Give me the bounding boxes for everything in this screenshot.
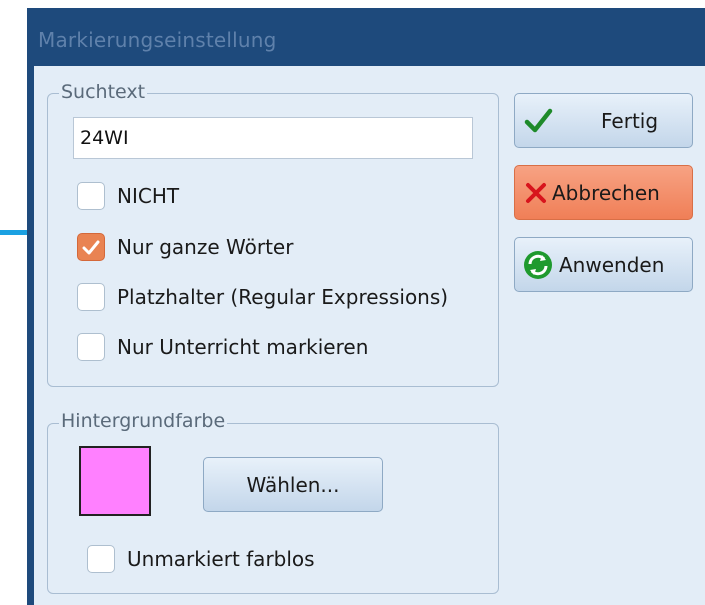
checkmark-icon — [523, 106, 553, 136]
option-lessons-only-label: Nur Unterricht markieren — [117, 335, 369, 359]
option-whole-words[interactable]: Nur ganze Wörter — [77, 232, 293, 262]
checkbox-not[interactable] — [77, 182, 105, 210]
done-button[interactable]: Fertig — [514, 93, 693, 148]
done-button-label: Fertig — [601, 108, 659, 133]
apply-button-label: Anwenden — [559, 252, 665, 277]
color-swatch — [79, 446, 151, 516]
cancel-button-label: Abbrechen — [552, 180, 660, 205]
option-not[interactable]: NICHT — [77, 181, 179, 211]
checkbox-unmarked-colorless[interactable] — [87, 545, 115, 573]
option-regex-label: Platzhalter (Regular Expressions) — [117, 285, 449, 309]
background-group-legend: Hintergrundfarbe — [59, 410, 228, 432]
choose-color-button[interactable]: Wählen... — [203, 457, 383, 512]
option-unmarked-colorless-label: Unmarkiert farblos — [127, 547, 315, 571]
option-lessons-only[interactable]: Nur Unterricht markieren — [77, 332, 368, 362]
option-whole-words-label: Nur ganze Wörter — [117, 235, 294, 259]
option-unmarked-colorless[interactable]: Unmarkiert farblos — [87, 544, 315, 574]
checkbox-whole-words[interactable] — [77, 233, 105, 261]
search-group-legend: Suchtext — [59, 81, 148, 103]
checkbox-lessons-only[interactable] — [77, 333, 105, 361]
option-regex[interactable]: Platzhalter (Regular Expressions) — [77, 282, 448, 312]
refresh-icon — [521, 248, 555, 282]
search-text-input[interactable]: 24WI — [73, 117, 473, 159]
cancel-button[interactable]: Abbrechen — [514, 165, 693, 220]
option-not-label: NICHT — [117, 184, 180, 208]
checkmark-icon — [82, 240, 100, 255]
apply-button[interactable]: Anwenden — [514, 237, 693, 292]
window-title: Markierungseinstellung — [38, 28, 277, 52]
choose-color-button-label: Wählen... — [246, 472, 340, 497]
checkbox-regex[interactable] — [77, 283, 105, 311]
close-icon — [525, 182, 547, 204]
